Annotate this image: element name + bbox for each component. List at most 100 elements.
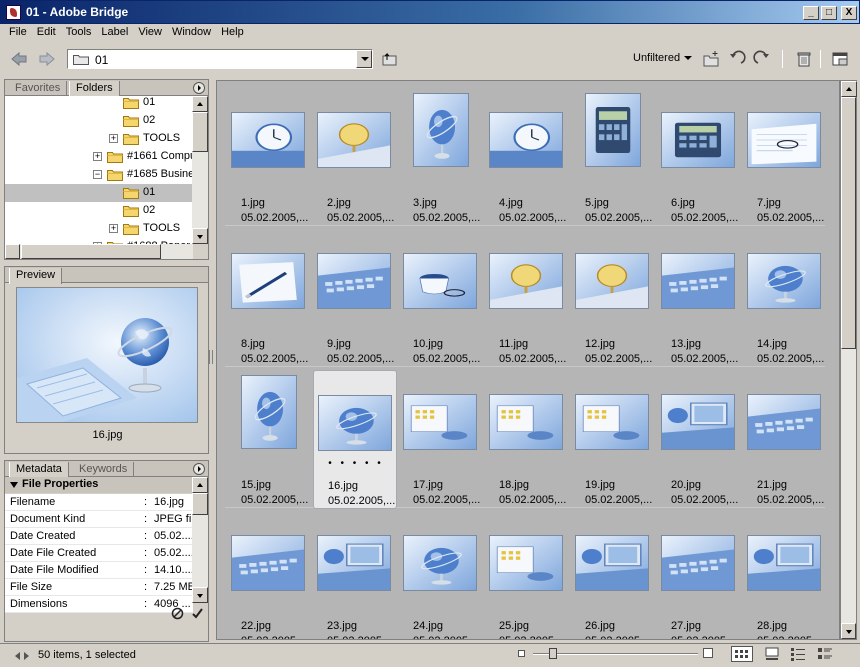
expand-icon[interactable]: + [93,152,102,161]
zoom-out-icon[interactable] [518,650,526,658]
thumbnail-image[interactable] [661,535,735,591]
thumbnail-item[interactable]: 10.jpg 05.02.2005,... [399,229,483,368]
collapse-triangle-icon[interactable] [10,482,18,488]
thumbnail-size-slider[interactable] [533,653,698,655]
expand-icon[interactable]: + [109,224,118,233]
rotate-right-icon[interactable] [752,49,772,69]
thumbnail-image[interactable] [413,93,469,167]
tab-metadata[interactable]: Metadata [9,462,69,478]
versions-view-icon[interactable] [815,646,837,662]
thumbnail-image[interactable] [489,253,563,309]
folder-tree-item[interactable]: + #1661 Computer [5,148,193,166]
thumbnail-item[interactable]: 4.jpg 05.02.2005,... [485,88,569,227]
thumbnail-image[interactable] [318,395,392,451]
thumbnail-image[interactable] [747,253,821,309]
thumbnail-image[interactable] [317,112,391,168]
thumbnail-image[interactable] [489,394,563,450]
folder-tree-item[interactable]: + TOOLS [5,220,193,238]
toggle-panels-icon[interactable] [14,651,30,661]
thumbnail-item[interactable]: 20.jpg 05.02.2005,... [657,370,741,509]
file-properties-header[interactable]: File Properties [5,477,193,493]
folder-tree-item[interactable]: + TOOLS [5,130,193,148]
expand-icon[interactable]: + [109,134,118,143]
panel-menu-icon[interactable] [193,82,205,94]
thumbnail-item[interactable]: 25.jpg 05.02.2005,... [485,511,569,639]
thumbnail-item[interactable]: 17.jpg 05.02.2005,... [399,370,483,509]
thumbnail-image[interactable] [661,112,735,168]
rotate-left-icon[interactable] [727,49,747,69]
menu-help[interactable]: Help [216,24,249,38]
thumbnail-item[interactable]: 5.jpg 05.02.2005,... [571,88,655,227]
thumbnail-image[interactable] [317,253,391,309]
thumbnail-item[interactable]: 18.jpg 05.02.2005,... [485,370,569,509]
thumbnails-view-icon[interactable] [731,646,753,662]
thumbnail-item[interactable]: 24.jpg 05.02.2005,... [399,511,483,639]
thumbnail-image[interactable] [661,394,735,450]
thumbnail-item[interactable]: • • • • • 16.jpg 05.02.2005,... [313,370,397,509]
tab-folders[interactable]: Folders [69,81,120,97]
thumbnail-item[interactable]: 14.jpg 05.02.2005,... [743,229,827,368]
go-up-folder-icon[interactable] [381,51,399,67]
thumbnail-item[interactable]: 8.jpg 05.02.2005,... [227,229,311,368]
folder-tree-item[interactable]: 02 [5,112,193,130]
filter-dropdown[interactable]: Unfiltered [633,52,692,64]
folder-tree-hscrollbar[interactable] [5,244,193,259]
thumbnail-image[interactable] [241,375,297,449]
folder-tree-item[interactable]: 01 [5,184,193,202]
menu-view[interactable]: View [133,24,167,38]
thumbnail-item[interactable]: 28.jpg 05.02.2005,... [743,511,827,639]
thumbnail-item[interactable]: 12.jpg 05.02.2005,... [571,229,655,368]
thumbnail-image[interactable] [231,253,305,309]
thumbnail-item[interactable]: 1.jpg 05.02.2005,... [227,88,311,227]
thumbnail-item[interactable]: 19.jpg 05.02.2005,... [571,370,655,509]
thumbnail-image[interactable] [489,112,563,168]
thumbnail-item[interactable]: 2.jpg 05.02.2005,... [313,88,397,227]
scroll-down-button[interactable] [841,623,856,639]
thumbnail-item[interactable]: 13.jpg 05.02.2005,... [657,229,741,368]
thumbnail-item[interactable]: 27.jpg 05.02.2005,... [657,511,741,639]
details-view-icon[interactable] [788,646,810,662]
thumbnail-image[interactable] [403,394,477,450]
panel-splitter-handle[interactable] [209,350,213,364]
scroll-down-button[interactable] [192,228,208,244]
hscroll-thumb[interactable] [21,244,161,259]
thumbnail-item[interactable]: 9.jpg 05.02.2005,... [313,229,397,368]
thumbnail-item[interactable]: 6.jpg 05.02.2005,... [657,88,741,227]
thumbnail-item[interactable]: 21.jpg 05.02.2005,... [743,370,827,509]
scroll-up-button[interactable] [192,96,208,112]
metadata-scrollbar[interactable] [192,477,208,603]
cancel-icon[interactable] [171,607,184,620]
content-scrollbar[interactable] [840,80,857,640]
thumbnail-image[interactable] [585,93,641,167]
forward-arrow-icon[interactable] [38,51,56,67]
filmstrip-view-icon[interactable] [762,646,784,662]
menu-window[interactable]: Window [167,24,216,38]
thumbnail-item[interactable]: 11.jpg 05.02.2005,... [485,229,569,368]
thumbnail-item[interactable]: 22.jpg 05.02.2005,... [227,511,311,639]
close-button[interactable]: X [841,6,857,20]
rating-dots[interactable]: • • • • • [314,458,398,469]
path-dropdown-button[interactable] [356,50,372,68]
folder-tree-item[interactable]: 02 [5,202,193,220]
trash-icon[interactable] [794,49,814,69]
menu-label[interactable]: Label [96,24,133,38]
scroll-thumb[interactable] [192,493,208,515]
thumbnail-image[interactable] [317,535,391,591]
tab-preview[interactable]: Preview [9,268,63,284]
apply-check-icon[interactable] [191,607,204,620]
slider-thumb[interactable] [549,648,557,659]
thumbnail-item[interactable]: 15.jpg 05.02.2005,... [227,370,311,509]
scroll-left-button[interactable] [5,244,20,259]
thumbnail-image[interactable] [575,535,649,591]
folder-tree-item[interactable]: − #1685 Business [5,166,193,184]
thumbnail-item[interactable]: 3.jpg 05.02.2005,... [399,88,483,227]
folder-tree-item[interactable]: 01 [5,96,193,112]
tab-favorites[interactable]: Favorites [9,81,68,96]
menu-file[interactable]: File [4,24,32,38]
panel-menu-icon[interactable] [193,463,205,475]
thumbnail-item[interactable]: 7.jpg 05.02.2005,... [743,88,827,227]
thumbnail-image[interactable] [403,535,477,591]
thumbnail-image[interactable] [489,535,563,591]
thumbnail-image[interactable] [575,253,649,309]
thumbnail-item[interactable]: 23.jpg 05.02.2005,... [313,511,397,639]
